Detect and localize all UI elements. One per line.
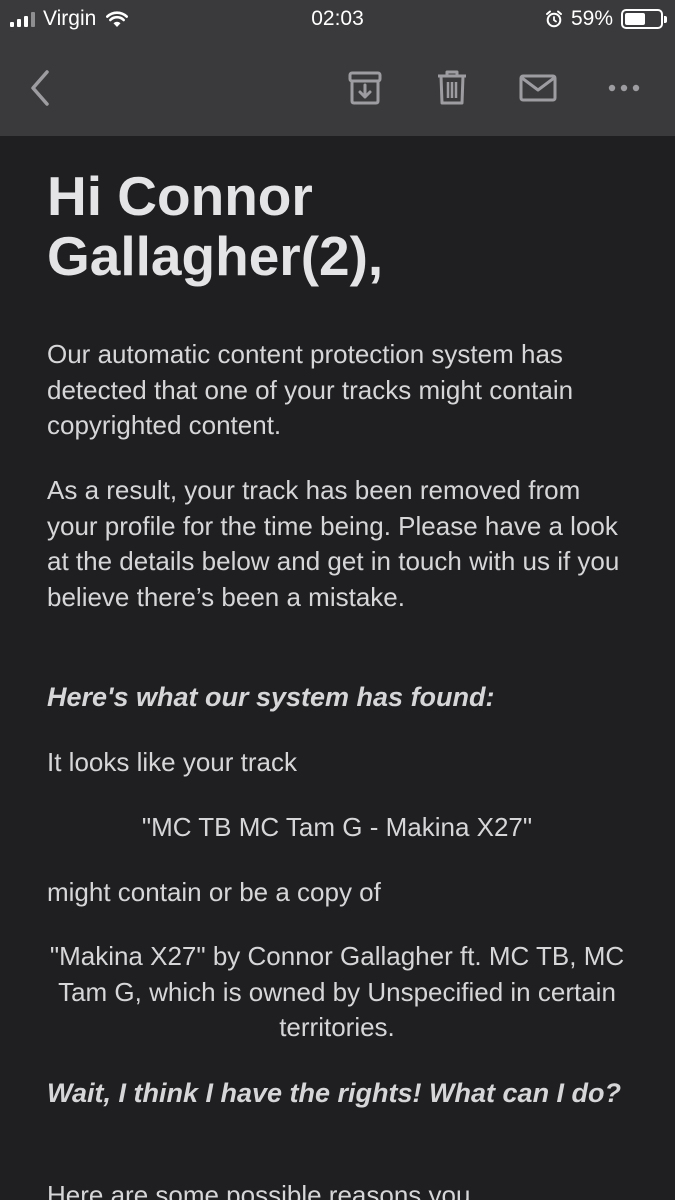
reply-mail-button[interactable] — [516, 66, 560, 110]
reasons-paragraph: Here are some possible reasons you — [47, 1180, 471, 1200]
more-button[interactable] — [602, 66, 646, 110]
battery-cap — [664, 16, 667, 23]
email-body: Hi Connor Gallagher(2), Our automatic co… — [0, 136, 675, 1200]
mail-toolbar — [0, 38, 675, 136]
status-bar: Virgin 02:03 59% — [0, 0, 675, 38]
heading-found: Here's what our system has found: — [47, 682, 495, 712]
status-right: 59% — [545, 7, 667, 31]
archive-icon — [347, 71, 383, 105]
email-greeting: Hi Connor Gallagher(2), — [47, 165, 384, 287]
alarm-icon — [545, 10, 563, 28]
mail-icon — [519, 74, 557, 102]
track-intro: It looks like your track — [47, 747, 297, 777]
heading-rights: Wait, I think I have the rights! What ca… — [47, 1078, 622, 1108]
email-paragraph-detection: Our automatic content protection system … — [47, 339, 574, 440]
copy-intro: might contain or be a copy of — [47, 877, 381, 907]
battery-percent: 59% — [570, 7, 613, 30]
archive-button[interactable] — [343, 66, 387, 110]
battery-icon — [621, 9, 667, 29]
trash-icon — [436, 70, 468, 106]
back-chevron-icon — [27, 68, 53, 108]
back-button[interactable] — [18, 66, 62, 110]
battery-level — [625, 13, 646, 25]
track-name: "MC TB MC Tam G - Makina X27" — [141, 812, 533, 842]
email-paragraph-removed: As a result, your track has been removed… — [47, 475, 620, 612]
match-info: "Makina X27" by Connor Gallagher ft. MC … — [49, 941, 625, 1042]
delete-button[interactable] — [430, 66, 474, 110]
more-icon — [608, 84, 640, 92]
